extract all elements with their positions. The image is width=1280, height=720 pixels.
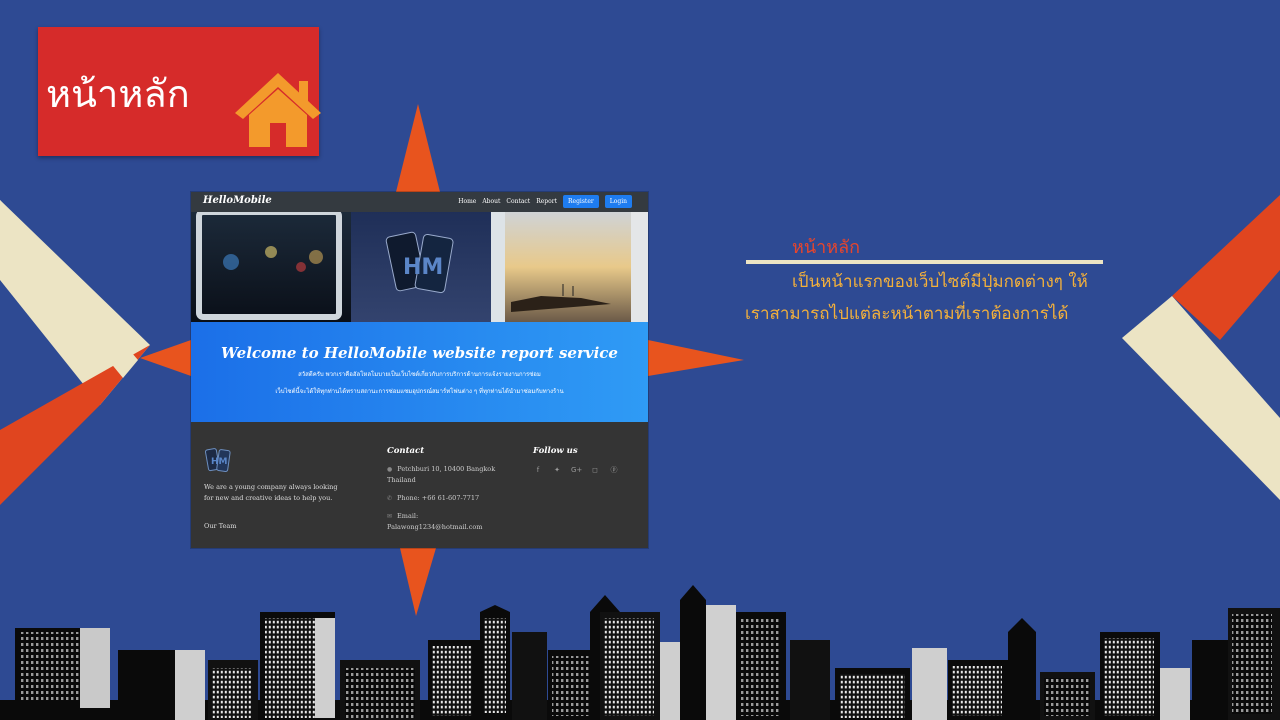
home-icon bbox=[235, 73, 321, 147]
site-nav-links: Home About Contact Report Register Login bbox=[458, 195, 632, 208]
nav-contact[interactable]: Contact bbox=[506, 198, 530, 205]
description-line-2: เราสามารถไปแต่ละหน้าตามที่เราต้องการได้ bbox=[745, 304, 1069, 324]
phone-text: Phone: +66 61-607-7717 bbox=[397, 494, 480, 502]
register-button[interactable]: Register bbox=[563, 195, 599, 208]
city-skyline-illustration bbox=[0, 585, 1280, 720]
pinterest-icon[interactable]: ⓟ bbox=[609, 465, 619, 475]
slide-title: หน้าหลัก bbox=[46, 72, 190, 116]
description-heading: หน้าหลัก bbox=[792, 237, 861, 258]
site-brand[interactable]: HelloMobile bbox=[203, 195, 272, 206]
phone-icon: ✆ bbox=[387, 495, 393, 502]
hero-subtitle: สวัสดีครับ พวกเราคือฮัลโหลโมบายเป็นเว็บไ… bbox=[298, 371, 541, 378]
envelope-icon: ✉ bbox=[387, 513, 393, 520]
hero-section: Welcome to HelloMobile website report se… bbox=[191, 322, 648, 422]
footer-address: ● Petchburi 10, 10400 Bangkok Thailand bbox=[387, 464, 507, 486]
nav-home[interactable]: Home bbox=[458, 198, 476, 205]
svg-text:HM: HM bbox=[211, 457, 228, 467]
hero-title: Welcome to HelloMobile website report se… bbox=[221, 344, 618, 362]
address-text: Petchburi 10, 10400 Bangkok Thailand bbox=[387, 465, 496, 484]
email-text: Email: Palawong1234@hotmail.com bbox=[387, 512, 483, 531]
website-screenshot: HelloMobile Home About Contact Report Re… bbox=[191, 192, 648, 548]
description-divider bbox=[746, 260, 1103, 264]
google-plus-icon[interactable]: G+ bbox=[571, 465, 582, 475]
footer-email: ✉ Email: Palawong1234@hotmail.com bbox=[387, 511, 497, 533]
twitter-icon[interactable]: ✦ bbox=[552, 465, 562, 475]
hero-description: เว็บไซต์นี้จะได้ให้ทุกท่านได้ทราบสถานะกา… bbox=[275, 388, 564, 395]
hero-image-banner: HM bbox=[191, 212, 648, 322]
hm-logo-icon: HM bbox=[205, 448, 231, 472]
nav-about[interactable]: About bbox=[482, 198, 500, 205]
site-navbar: HelloMobile Home About Contact Report Re… bbox=[191, 192, 648, 212]
follow-heading: Follow us bbox=[533, 446, 578, 456]
slide-title-badge: หน้าหลัก bbox=[38, 27, 321, 156]
our-team-link[interactable]: Our Team bbox=[204, 522, 236, 530]
svg-text:HM: HM bbox=[403, 255, 443, 280]
description-line-1: เป็นหน้าแรกของเว็บไซต์มีปุ่มกดต่างๆ ให้ bbox=[792, 272, 1088, 292]
site-footer: HM We are a young company always looking… bbox=[191, 422, 648, 548]
facebook-icon[interactable]: f bbox=[533, 465, 543, 475]
footer-about: We are a young company always looking fo… bbox=[204, 483, 338, 502]
contact-heading: Contact bbox=[387, 446, 425, 456]
social-links: f ✦ G+ ◻ ⓟ bbox=[533, 465, 619, 475]
nav-report[interactable]: Report bbox=[536, 198, 557, 205]
footer-phone: ✆ Phone: +66 61-607-7717 bbox=[387, 493, 479, 504]
map-marker-icon: ● bbox=[387, 466, 393, 473]
login-button[interactable]: Login bbox=[604, 195, 632, 208]
instagram-icon[interactable]: ◻ bbox=[590, 465, 600, 475]
